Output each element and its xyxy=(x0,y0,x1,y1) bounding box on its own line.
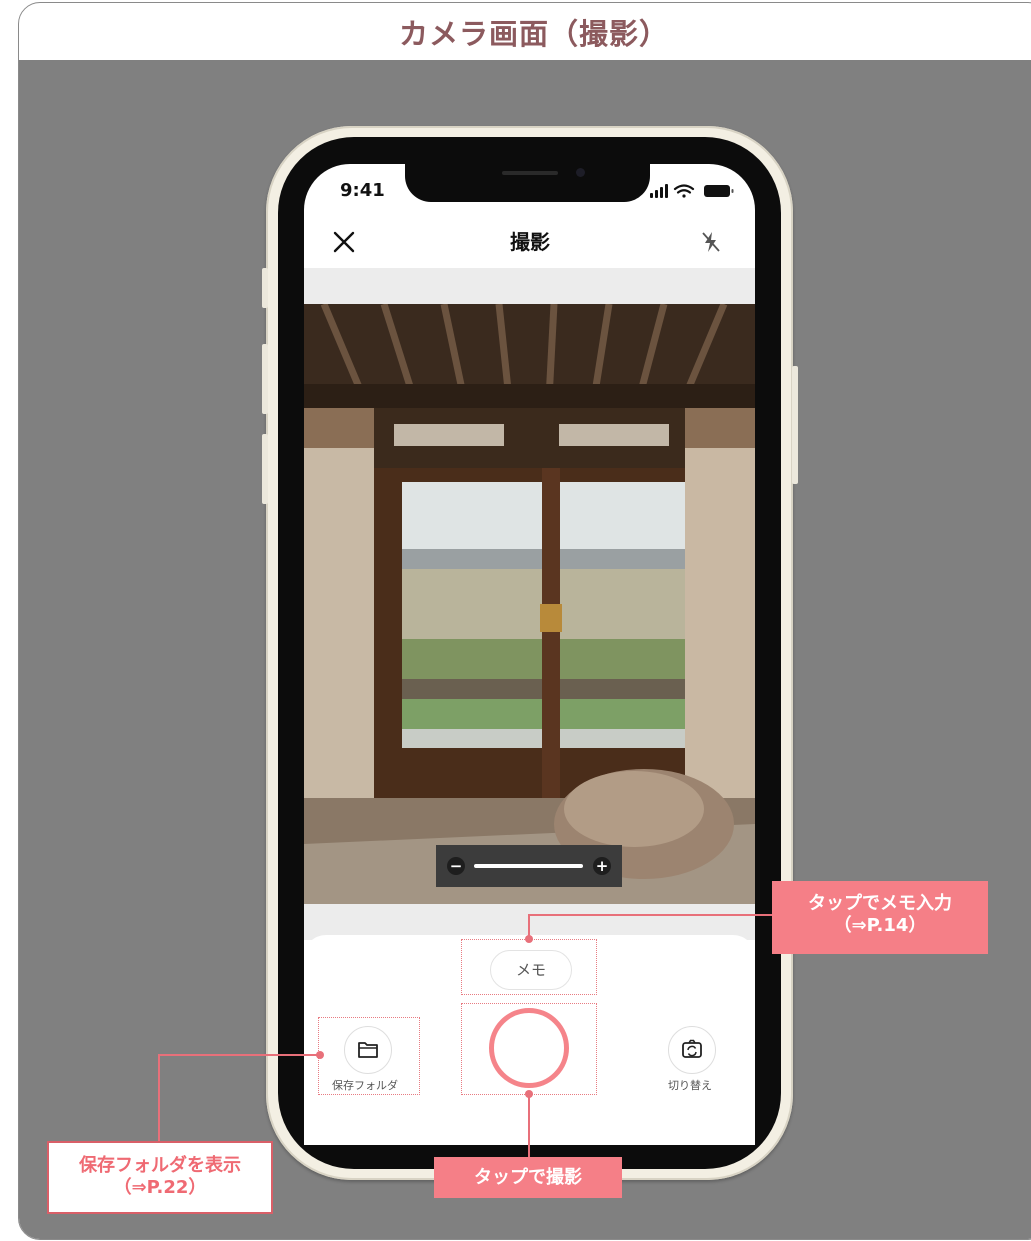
folder-callout: 保存フォルダを表示 （⇒P.22） xyxy=(47,1141,273,1214)
memo-callout-line1: タップでメモ入力 xyxy=(808,893,952,914)
front-camera xyxy=(576,168,585,177)
wifi-icon xyxy=(673,184,695,198)
memo-highlight xyxy=(461,939,597,995)
shutter-callout: タップで撮影 xyxy=(434,1157,622,1198)
status-time: 9:41 xyxy=(340,180,385,201)
viewfinder-top-band xyxy=(304,268,755,304)
volume-down-button xyxy=(262,434,268,504)
shutter-leader xyxy=(528,1094,530,1158)
nav-title: 撮影 xyxy=(510,230,550,254)
memo-leader-horizontal xyxy=(529,914,772,916)
camera-preview[interactable] xyxy=(304,304,755,904)
switch-camera-label: 切り替え xyxy=(668,1079,712,1092)
folder-callout-line1: 保存フォルダを表示 xyxy=(79,1155,241,1176)
speaker-grille xyxy=(502,171,558,175)
preview-image xyxy=(304,304,755,904)
page-title: カメラ画面（撮影） xyxy=(398,16,669,51)
folder-leader-vertical xyxy=(158,1054,160,1142)
folder-callout-line2: （⇒P.22） xyxy=(113,1177,207,1198)
folder-highlight xyxy=(318,1017,420,1095)
folder-leader-horizontal xyxy=(159,1054,321,1056)
signal-icon xyxy=(650,184,668,198)
zoom-track[interactable] xyxy=(474,864,583,868)
zoom-slider[interactable]: − + xyxy=(436,845,622,887)
status-icons xyxy=(650,184,734,198)
zoom-out-icon[interactable]: − xyxy=(447,857,465,875)
switch-camera-icon xyxy=(682,1039,702,1058)
shutter-leader-dot xyxy=(525,1090,533,1098)
phone-notch xyxy=(405,160,650,202)
shutter-highlight xyxy=(461,1003,597,1095)
memo-leader-dot xyxy=(525,935,533,943)
switch-camera-button[interactable] xyxy=(668,1026,716,1074)
power-button xyxy=(792,366,798,484)
flash-off-icon[interactable] xyxy=(700,230,722,254)
mute-switch xyxy=(262,268,268,308)
folder-leader-dot xyxy=(316,1051,324,1059)
shutter-callout-text: タップで撮影 xyxy=(474,1167,582,1188)
memo-callout: タップでメモ入力 （⇒P.14） xyxy=(772,881,988,954)
close-icon[interactable] xyxy=(330,228,358,256)
volume-up-button xyxy=(262,344,268,414)
battery-icon xyxy=(704,185,734,197)
memo-callout-line2: （⇒P.14） xyxy=(833,915,927,936)
zoom-in-icon[interactable]: + xyxy=(593,857,611,875)
